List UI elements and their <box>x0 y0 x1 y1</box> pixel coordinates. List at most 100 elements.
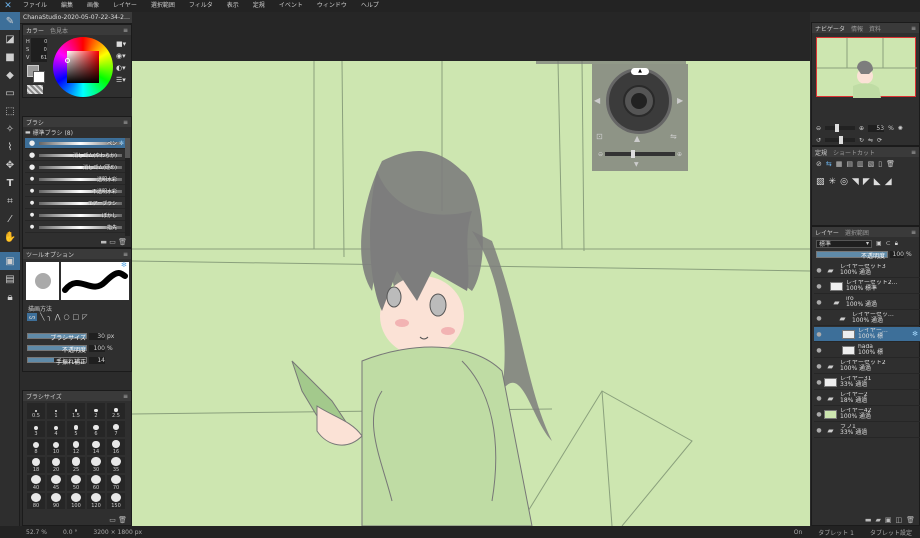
ruler-line-icon[interactable]: ⇆ <box>826 160 832 168</box>
menu-layer[interactable]: レイヤー <box>106 0 144 12</box>
zoom-fit-icon[interactable]: ⊡ <box>596 132 603 141</box>
lock-alpha-icon[interactable]: ▣ <box>876 240 882 247</box>
rotate-right-icon[interactable]: ↻ <box>859 137 864 144</box>
layer-settings-icon[interactable]: ✻ <box>912 330 918 338</box>
trash-icon[interactable]: 🗑︎ <box>906 516 915 524</box>
panel-menu-icon[interactable]: ≡ <box>123 119 128 126</box>
rotate-slider[interactable] <box>825 136 856 144</box>
layer-opacity-value[interactable]: 100 <box>890 251 904 258</box>
brush-item[interactable]: ● 消しゴム(やわらか) <box>25 150 125 161</box>
brush-size-cell[interactable]: 120 <box>87 493 105 509</box>
tab-info[interactable]: 情報 <box>851 24 863 33</box>
zoom-value[interactable]: 53 <box>868 124 885 132</box>
s-value[interactable]: 0 <box>30 46 47 54</box>
brush-size-cell[interactable]: 2.5 <box>107 403 125 419</box>
fill-tool-icon[interactable]: ◆ <box>0 66 20 84</box>
brush-size-cell[interactable]: 16 <box>107 439 125 455</box>
menu-help[interactable]: ヘルプ <box>354 0 386 12</box>
eye-icon[interactable]: ● <box>814 299 824 306</box>
layer-row[interactable]: ● ▰ iro 100% 通過 <box>814 295 920 310</box>
color-mode-half-icon[interactable]: ◐▾ <box>116 62 126 74</box>
menu-file[interactable]: ファイル <box>16 0 54 12</box>
brush-size-cell[interactable]: 70 <box>107 475 125 491</box>
navigator-preview[interactable] <box>816 37 917 98</box>
pan-up-icon[interactable]: ▲ <box>634 134 640 143</box>
brush-item[interactable]: ● 指先 <box>25 222 125 233</box>
panel-menu-icon[interactable]: ≡ <box>911 25 916 32</box>
pan-left-icon[interactable]: ◀ <box>594 96 600 105</box>
blend-mode-select[interactable]: 標準 ▾ <box>816 239 872 248</box>
h-value[interactable]: 0 <box>31 38 48 46</box>
eye-icon[interactable]: ● <box>814 411 824 418</box>
layer-mask-icon[interactable]: ◫ <box>895 516 902 524</box>
layer-row[interactable]: ● レイヤー… 100% 標 ✻ <box>814 327 920 342</box>
ruler-perspective3-icon[interactable]: ◣ <box>874 177 881 187</box>
layer-row[interactable]: ● ▰ ラフ1 33% 通過 <box>814 423 920 438</box>
ruler-copy-icon[interactable]: ▯ <box>878 160 882 168</box>
eye-icon[interactable]: ● <box>814 283 824 290</box>
menu-filter[interactable]: フィルタ <box>182 0 220 12</box>
drawing-canvas[interactable]: ↶ ↷ ✎ ◪ ▦ ▭ ▾ ▲ ◀ ▶ ⊡ ⇋ ▲ ⊖ ⊕ ▼ <box>132 61 810 526</box>
rect-method-icon[interactable]: □ <box>73 313 80 321</box>
color-mode-square-icon[interactable]: ■▾ <box>116 38 126 50</box>
app-logo-icon[interactable]: ✕ <box>0 0 16 12</box>
brush-size-cell[interactable]: 150 <box>107 493 125 509</box>
brush-size-cell[interactable]: 8 <box>27 439 45 455</box>
crop-tool-icon[interactable]: ⌗ <box>0 192 20 210</box>
brush-item[interactable]: ● ペン ✻ <box>25 138 125 149</box>
brush-size-cell[interactable]: 1 <box>47 403 65 419</box>
pan-right-icon[interactable]: ▶ <box>677 96 683 105</box>
eye-icon[interactable]: ● <box>814 427 824 434</box>
move-tool-icon[interactable]: ✥ <box>0 156 20 174</box>
canvas-area[interactable]: ↶ ↷ ✎ ◪ ▦ ▭ ▾ ▲ ◀ ▶ ⊡ ⇋ ▲ ⊖ ⊕ ▼ <box>132 12 810 526</box>
eye-icon[interactable]: ● <box>814 315 824 322</box>
layer-row[interactable]: ● hada 100% 標 <box>814 343 920 358</box>
brush-size-cell[interactable]: 0.5 <box>27 403 45 419</box>
color-mode-ring-icon[interactable]: ◉▾ <box>116 50 126 62</box>
new-brush-icon[interactable]: ▭ <box>109 238 116 246</box>
brush-size-cell[interactable]: 50 <box>67 475 85 491</box>
tab-layer[interactable]: レイヤー <box>815 228 839 237</box>
brush-size-cell[interactable]: 30 <box>87 457 105 473</box>
brush-size-cell[interactable]: 25 <box>67 457 85 473</box>
flip-horizontal-icon[interactable]: ⇋ <box>868 137 873 144</box>
layer-row[interactable]: ● ▰ レイヤーセッ… 100% 通過 <box>814 311 920 326</box>
brush-size-cell[interactable]: 6 <box>87 421 105 437</box>
eye-icon[interactable]: ● <box>814 379 824 386</box>
trash-icon[interactable]: 🗑︎ <box>118 516 127 524</box>
select-rect-tool-icon[interactable]: ⬚ <box>0 102 20 120</box>
panel-menu-icon[interactable]: ≡ <box>911 149 916 156</box>
transparent-swatch[interactable] <box>27 85 43 94</box>
rotate-left-icon[interactable]: ↺ <box>816 137 821 144</box>
settings-gear-icon[interactable]: ✻ <box>121 261 127 269</box>
gradient-tool-icon[interactable]: ▭ <box>0 84 20 102</box>
brush-size-cell[interactable]: 40 <box>27 475 45 491</box>
overlay-zoom-slider[interactable]: ⊖ ⊕ <box>598 150 682 158</box>
brush-size-cell[interactable]: 60 <box>87 475 105 491</box>
brush-size-value[interactable]: 30 <box>89 332 105 340</box>
menu-window[interactable]: ウィンドウ <box>310 0 354 12</box>
color-mode-list-icon[interactable]: ☰▾ <box>116 74 126 86</box>
ruler-grid-icon[interactable]: ▦ <box>836 160 843 168</box>
lock-icon[interactable]: 🔒︎ <box>0 288 20 306</box>
brush-item[interactable]: ● 不透明水彩 <box>25 186 125 197</box>
lasso-tool-icon[interactable]: ⌇ <box>0 138 20 156</box>
panel-menu-icon[interactable]: ≡ <box>123 251 128 258</box>
tab-navigator[interactable]: ナビゲータ <box>815 24 845 33</box>
brush-size-cell[interactable]: 3 <box>27 421 45 437</box>
eyedropper-tool-icon[interactable]: ⁄ <box>0 210 20 228</box>
stabilizer-slider[interactable]: 手振れ補正 14 <box>27 356 121 366</box>
brush-size-cell[interactable]: 100 <box>67 493 85 509</box>
menu-view[interactable]: 表示 <box>220 0 246 12</box>
line-method-icon[interactable]: ╲ <box>40 313 44 321</box>
brush-size-cell[interactable]: 45 <box>47 475 65 491</box>
brush-size-cell[interactable]: 35 <box>107 457 125 473</box>
layer-copy-icon[interactable]: ▣ <box>885 516 892 524</box>
ruler-off-icon[interactable]: ⊘ <box>816 160 822 168</box>
brush-size-cell[interactable]: 18 <box>27 457 45 473</box>
clip-icon[interactable]: ⊂ <box>886 240 891 247</box>
edit-mode-icon[interactable]: ▣ <box>0 252 20 270</box>
status-tablet[interactable]: タブレット 1 <box>810 528 862 537</box>
brush-size-cell[interactable]: 5 <box>67 421 85 437</box>
brush-size-cell[interactable]: 10 <box>47 439 65 455</box>
